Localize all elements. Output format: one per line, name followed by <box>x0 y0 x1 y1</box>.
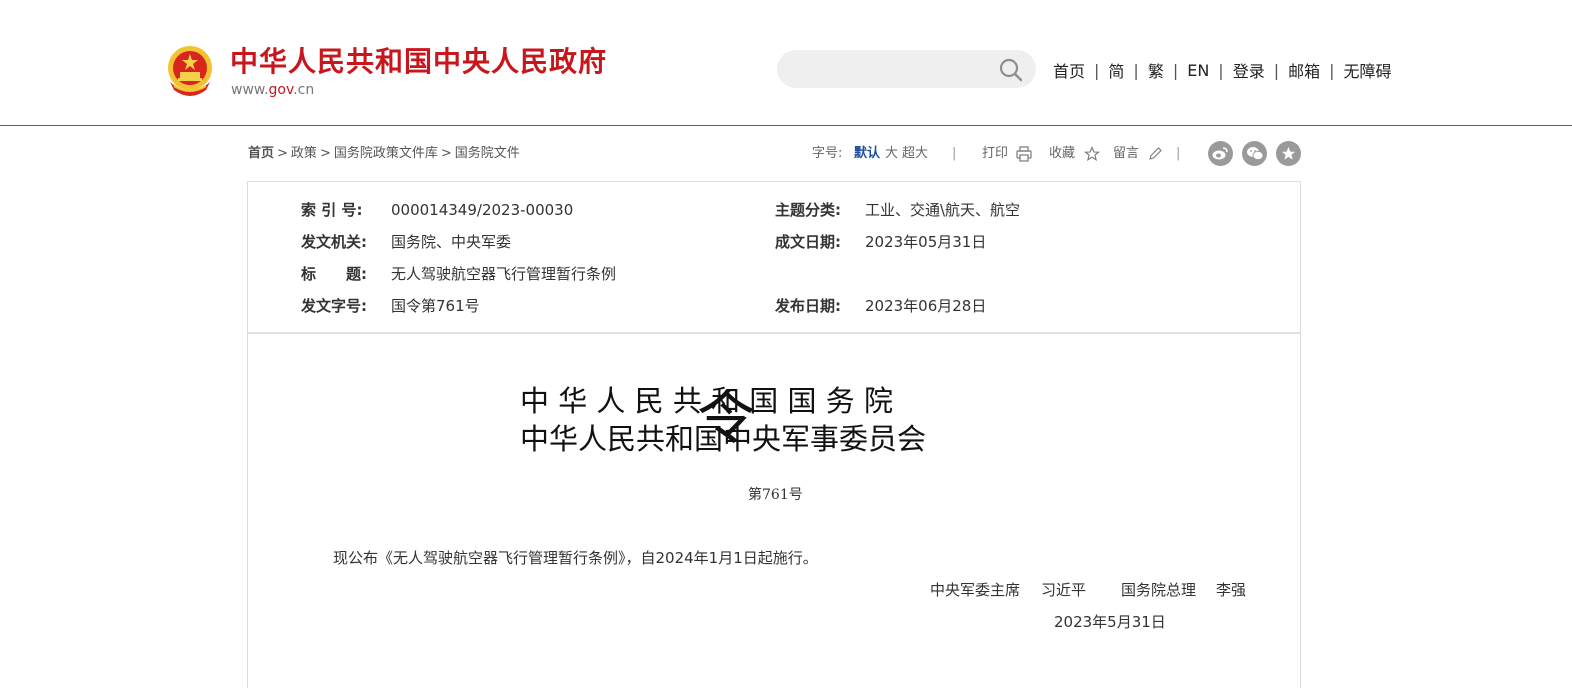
signer-1-title: 中央军委主席 <box>930 581 1021 599</box>
meta-publish-date-label: 发布日期: <box>775 297 841 315</box>
document-number: 第761号 <box>748 487 803 503</box>
breadcrumb-separator: > <box>319 146 331 161</box>
top-nav: 首页 | 简 | 繁 | EN | 登录 | 邮箱 | 无障碍 <box>1053 58 1392 82</box>
meta-row-publish-date: 发布日期: 2023年06月28日 <box>775 295 1075 317</box>
site-url-suffix: .cn <box>293 82 315 98</box>
nav-separator: | <box>1218 60 1224 80</box>
nav-separator: | <box>1172 60 1179 80</box>
meta-publish-date-value: 2023年06月28日 <box>865 297 987 315</box>
font-size-large[interactable]: 大 <box>885 144 898 164</box>
meta-topic-label: 主题分类: <box>775 201 841 219</box>
meta-written-date-value: 2023年05月31日 <box>865 233 987 251</box>
nav-accessibility[interactable]: 无障碍 <box>1344 58 1392 82</box>
signer-1-name: 习近平 <box>1041 581 1087 599</box>
breadcrumb-separator: > <box>277 146 288 161</box>
comment-button[interactable]: 留言 <box>1113 144 1139 164</box>
breadcrumb-policy-library[interactable]: 国务院政策文件库 <box>334 146 438 161</box>
font-size-default[interactable]: 默认 <box>854 144 880 164</box>
print-button[interactable]: 打印 <box>982 144 1008 164</box>
meta-title-value: 无人驾驶航空器飞行管理暂行条例 <box>391 265 617 283</box>
site-url-domain: gov <box>268 82 294 98</box>
nav-mail[interactable]: 邮箱 <box>1288 58 1320 82</box>
weibo-icon <box>1212 147 1228 160</box>
signer-2-title: 国务院总理 <box>1121 581 1197 599</box>
meta-written-date-label: 成文日期: <box>775 233 841 251</box>
meta-row-doc-no: 发文字号: 国令第761号 <box>301 295 601 317</box>
pencil-icon[interactable] <box>1147 146 1163 162</box>
meta-title-label: 标 题: <box>301 265 367 283</box>
meta-index-label: 索 引 号: <box>301 201 363 219</box>
search-input[interactable] <box>795 50 995 88</box>
wechat-share-button[interactable] <box>1242 141 1267 166</box>
meta-doc-no-label: 发文字号: <box>301 297 367 315</box>
nav-home[interactable]: 首页 <box>1053 58 1085 82</box>
meta-topic-value: 工业、交通\航天、航空 <box>865 201 1021 219</box>
wechat-icon <box>1246 147 1263 161</box>
toolbar-divider: | <box>952 146 957 161</box>
breadcrumb-policy[interactable]: 政策 <box>291 146 317 161</box>
site-url: www.gov.cn <box>231 81 314 99</box>
star-icon <box>1281 146 1296 160</box>
document-order-character: 令 <box>697 384 756 452</box>
weibo-share-button[interactable] <box>1208 141 1233 166</box>
document-metadata: 索 引 号: 000014349/2023-00030 主题分类: 工业、交通\… <box>248 182 1300 334</box>
meta-row-title: 标 题: 无人驾驶航空器飞行管理暂行条例 <box>301 263 701 285</box>
nav-separator: | <box>1329 60 1335 80</box>
meta-row-index: 索 引 号: 000014349/2023-00030 <box>301 199 601 221</box>
nav-separator: | <box>1273 60 1280 80</box>
page: 中华人民共和国中央人民政府 www.gov.cn 首页 | 简 | 繁 | EN… <box>0 0 1572 688</box>
toolbar-divider: | <box>1176 146 1181 161</box>
document-body: 现公布《无人驾驶航空器飞行管理暂行条例》，自2024年1月1日起施行。 <box>333 549 818 567</box>
breadcrumb: 首页 > 政策 > 国务院政策文件库 > 国务院文件 <box>248 144 520 164</box>
breadcrumb-home[interactable]: 首页 <box>248 146 274 161</box>
meta-doc-no-value: 国令第761号 <box>391 297 480 315</box>
meta-row-topic: 主题分类: 工业、交通\航天、航空 <box>775 199 1075 221</box>
article-frame: 索 引 号: 000014349/2023-00030 主题分类: 工业、交通\… <box>247 181 1301 688</box>
site-url-prefix: www. <box>231 82 269 98</box>
national-emblem-icon[interactable] <box>166 44 214 98</box>
meta-issuer-value: 国务院、中央军委 <box>391 233 512 251</box>
star-outline-icon[interactable] <box>1084 146 1100 162</box>
nav-traditional[interactable]: 繁 <box>1148 58 1164 82</box>
meta-issuer-label: 发文机关: <box>301 233 367 251</box>
font-size-label: 字号: <box>812 146 843 161</box>
document-date: 2023年5月31日 <box>1054 613 1166 631</box>
signer-2-name: 李强 <box>1216 581 1247 599</box>
search-icon[interactable] <box>998 57 1024 83</box>
breadcrumb-state-council-docs[interactable]: 国务院文件 <box>455 146 520 161</box>
nav-separator: | <box>1094 60 1100 80</box>
meta-row-issuer: 发文机关: 国务院、中央军委 <box>301 231 601 253</box>
nav-simplified[interactable]: 简 <box>1108 58 1124 82</box>
meta-row-written-date: 成文日期: 2023年05月31日 <box>775 231 1075 253</box>
font-size-xlarge[interactable]: 超大 <box>902 144 928 164</box>
printer-icon[interactable] <box>1016 146 1032 162</box>
nav-english[interactable]: EN <box>1187 61 1209 80</box>
favorite-share-button[interactable] <box>1276 141 1301 166</box>
meta-index-value: 000014349/2023-00030 <box>391 201 574 219</box>
nav-separator: | <box>1133 60 1139 80</box>
favorite-button[interactable]: 收藏 <box>1049 144 1075 164</box>
nav-login[interactable]: 登录 <box>1233 58 1265 82</box>
site-title[interactable]: 中华人民共和国中央人民政府 <box>230 44 607 80</box>
breadcrumb-separator: > <box>440 146 452 161</box>
site-header: 中华人民共和国中央人民政府 www.gov.cn 首页 | 简 | 繁 | EN… <box>0 0 1572 126</box>
